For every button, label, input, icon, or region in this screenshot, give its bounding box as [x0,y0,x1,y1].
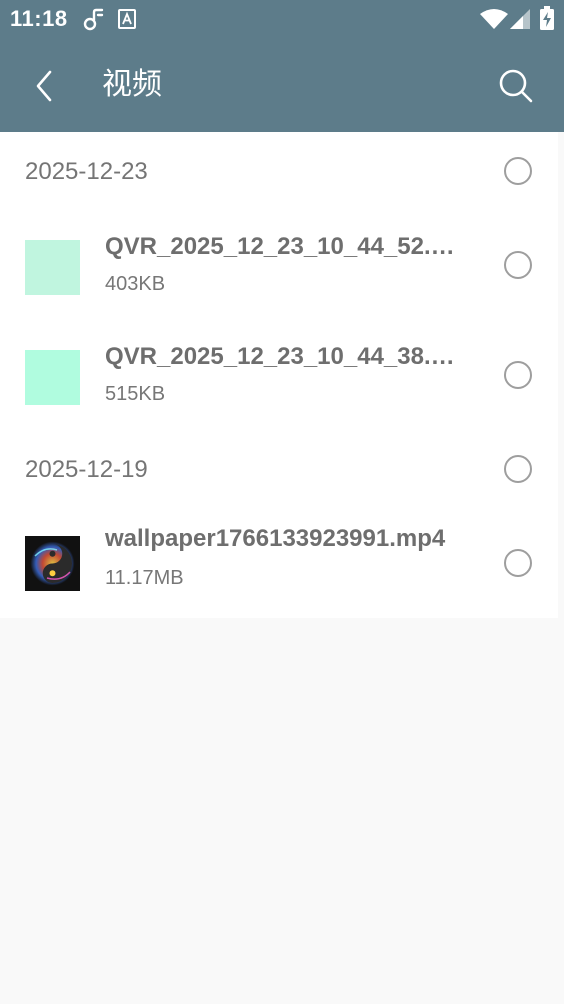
file-row[interactable]: QVR_2025_12_23_10_44_38.mp4 515KB [0,322,558,432]
file-row[interactable]: QVR_2025_12_23_10_44_52.mp4 403KB [0,212,558,322]
file-select-radio[interactable] [504,251,532,279]
file-size: 515KB [105,383,166,405]
file-name: QVR_2025_12_23_10_44_52.mp4 [105,233,475,260]
group-header[interactable]: 2025-12-19 [0,430,558,510]
toolbar: 视频 [0,38,564,132]
chevron-left-icon [36,70,52,102]
file-row[interactable]: wallpaper1766133923991.mp4 11.17MB [0,508,558,618]
yin-yang-thumbnail-image [25,536,80,591]
group-date: 2025-12-23 [25,158,148,185]
video-thumbnail [25,536,80,591]
search-icon [499,69,533,103]
status-bar: 11:18 [0,0,564,38]
page-title: 视频 [102,68,162,101]
group-select-radio[interactable] [504,157,532,185]
group-header[interactable]: 2025-12-23 [0,132,558,212]
battery-charging-icon [540,6,554,30]
file-size: 403KB [105,273,166,295]
search-button[interactable] [488,58,544,114]
signal-icon [510,9,530,29]
file-select-radio[interactable] [504,361,532,389]
file-name: wallpaper1766133923991.mp4 [105,525,446,552]
group-select-radio[interactable] [504,455,532,483]
file-name: QVR_2025_12_23_10_44_38.mp4 [105,343,475,370]
app-header: 11:18 视频 [0,0,564,132]
back-button[interactable] [16,58,72,114]
group-date: 2025-12-19 [25,456,148,483]
file-select-radio[interactable] [504,549,532,577]
video-thumbnail [25,240,80,295]
status-time: 11:18 [10,6,68,31]
link-icon [83,8,104,31]
wifi-icon [480,9,508,29]
app-a-icon [118,9,136,29]
video-thumbnail [25,350,80,405]
file-size: 11.17MB [105,567,184,589]
video-list: 2025-12-23 QVR_2025_12_23_10_44_52.mp4 4… [0,132,558,618]
